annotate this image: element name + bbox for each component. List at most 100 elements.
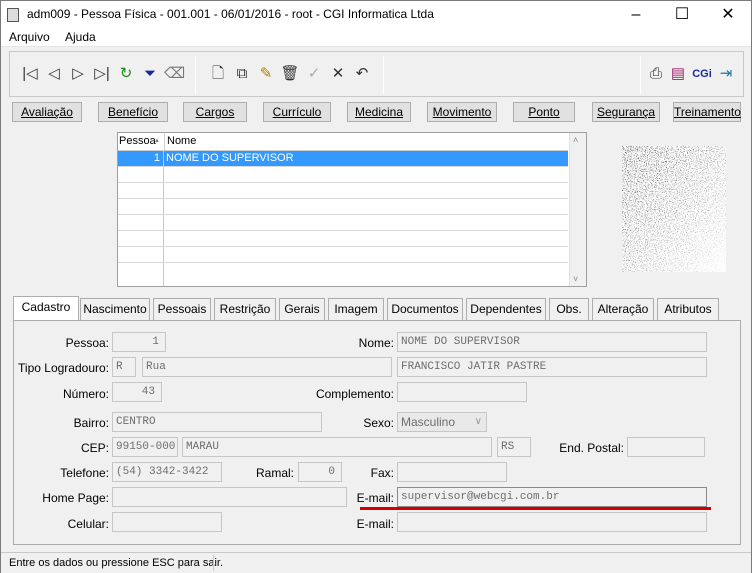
menu-arquivo[interactable]: Arquivo [9,30,50,44]
cell-empty [118,167,164,182]
beneficio-button[interactable]: Benefício [98,102,168,122]
confirm-icon[interactable]: ✓ [304,64,324,84]
table-row[interactable] [118,231,568,247]
grid-scrollbar[interactable]: ˄ ˅ [569,133,586,286]
email2-field[interactable] [397,512,707,532]
filter-icon[interactable]: ⏷ [140,64,160,84]
print-icon[interactable]: ⎙ [646,64,666,84]
ramal-label: Ramal: [255,466,294,480]
scroll-down-icon[interactable]: ˅ [573,274,578,284]
tab-nascimento[interactable]: Nascimento [80,298,150,320]
book-icon[interactable]: ▤ [668,64,688,84]
tab-dependentes[interactable]: Dependentes [466,298,546,320]
movimento-button[interactable]: Movimento [427,102,497,122]
chevron-down-icon: ∨ [474,416,482,427]
curriculo-button[interactable]: Currículo [263,102,331,122]
minimize-button[interactable]: – [613,1,659,29]
telefone-label: Telefone: [60,466,109,480]
celular-field[interactable] [112,512,222,532]
avaliacao-button[interactable]: Avaliação [12,102,82,122]
treinamento-button[interactable]: Treinamento [673,102,741,122]
clear-filter-icon[interactable]: ⌫ [164,64,185,84]
email-field[interactable]: supervisor@webcgi.com.br [397,487,707,507]
table-row[interactable] [118,167,568,183]
toolbar-separator [195,56,196,94]
cep-field[interactable]: 99150-000 [112,437,178,457]
tab-obs[interactable]: Obs. [549,298,589,320]
cell-empty [118,215,164,230]
main-window: adm009 - Pessoa Física - 001.001 - 06/01… [0,0,752,573]
email2-label: E-mail: [356,517,394,531]
cep-label: CEP: [80,441,109,455]
homepage-label: Home Page: [42,491,109,505]
nome-label: Nome: [358,336,394,350]
cgi-logo-icon[interactable]: CGi [690,64,714,84]
column-divider [164,133,165,151]
pessoa-field[interactable]: 1 [112,332,166,352]
table-row[interactable] [118,215,568,231]
tab-documentos[interactable]: Documentos [387,298,463,320]
toolbar: |◁ ◁ ▷ ▷| ↻ ⏷ ⌫ 🗋 ⧉ ✎ 🗑 ✓ ✕ ↶ ⎙ ▤ CGi ⇥ [9,51,744,97]
ponto-button[interactable]: Ponto [513,102,575,122]
next-record-icon[interactable]: ▷ [68,64,88,84]
cell-pessoa: 1 [118,151,164,166]
complemento-field[interactable] [397,382,527,402]
bairro-label: Bairro: [73,416,109,430]
logradouro-field[interactable]: FRANCISCO JATIR PASTRE [397,357,707,377]
first-record-icon[interactable]: |◁ [20,64,40,84]
tab-atributos[interactable]: Atributos [657,298,719,320]
table-row[interactable]: 1 NOME DO SUPERVISOR [118,151,568,167]
tab-pessoais[interactable]: Pessoais [153,298,211,320]
exit-icon[interactable]: ⇥ [716,64,736,84]
table-row[interactable] [118,183,568,199]
tab-cadastro[interactable]: Cadastro [13,296,79,320]
homepage-field[interactable] [112,487,347,507]
maximize-button[interactable]: ☐ [659,1,705,29]
cidade-field[interactable]: MARAU [182,437,492,457]
cell-empty [118,231,164,246]
telefone-field[interactable]: (54) 3342-3422 [112,462,222,482]
tab-restricao[interactable]: Restrição [214,298,276,320]
status-divider [213,555,214,571]
copy-icon[interactable]: ⧉ [232,64,252,84]
pessoa-label: Pessoa: [65,336,109,350]
previous-record-icon[interactable]: ◁ [44,64,64,84]
numero-field[interactable]: 43 [112,382,162,402]
delete-icon[interactable]: 🗑 [280,64,300,84]
tab-alteracao[interactable]: Alteração [592,298,654,320]
new-icon[interactable]: 🗋 [208,64,228,84]
grid-header: Pessoa ▲ Nome [118,133,568,151]
seguranca-button[interactable]: Segurança [592,102,660,122]
tipo-logradouro-name-field[interactable]: Rua [142,357,392,377]
close-button[interactable]: ✕ [705,1,751,29]
bairro-field[interactable]: CENTRO [112,412,322,432]
cell-empty [118,183,164,198]
refresh-icon[interactable]: ↻ [116,64,136,84]
table-row[interactable] [118,199,568,215]
people-grid[interactable]: Pessoa ▲ Nome 1 NOME DO SUPERVISOR ˄ ˅ [117,132,587,287]
nome-field[interactable]: NOME DO SUPERVISOR [397,332,707,352]
grid-header-pessoa[interactable]: Pessoa [119,135,156,147]
end-postal-field[interactable] [627,437,705,457]
last-record-icon[interactable]: ▷| [92,64,112,84]
email-highlight-underline [360,507,711,510]
undo-icon[interactable]: ↶ [352,64,372,84]
tab-gerais[interactable]: Gerais [279,298,325,320]
table-row[interactable] [118,263,568,286]
grid-header-nome[interactable]: Nome [167,135,196,147]
fax-field[interactable] [397,462,507,482]
edit-icon[interactable]: ✎ [256,64,276,84]
uf-field[interactable]: RS [497,437,531,457]
numero-label: Número: [62,387,109,401]
fax-label: Fax: [370,466,394,480]
cargos-button[interactable]: Cargos [183,102,247,122]
cancel-icon[interactable]: ✕ [328,64,348,84]
tab-imagem[interactable]: Imagem [328,298,384,320]
medicina-button[interactable]: Medicina [347,102,411,122]
cell-nome: NOME DO SUPERVISOR [166,152,294,164]
sexo-select[interactable]: Masculino ∨ [397,412,487,432]
table-row[interactable] [118,247,568,263]
scroll-up-icon[interactable]: ˄ [573,135,578,145]
menu-ajuda[interactable]: Ajuda [65,30,96,44]
tipo-logradouro-code-field[interactable]: R [112,357,136,377]
